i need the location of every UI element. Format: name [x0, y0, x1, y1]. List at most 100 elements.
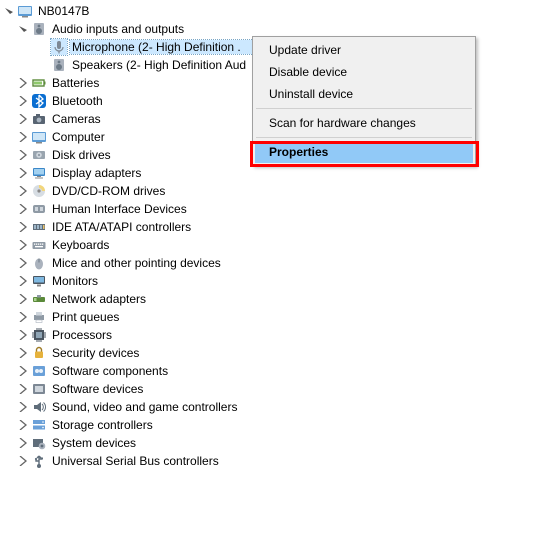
battery-icon	[31, 75, 47, 91]
monitor-icon	[31, 273, 47, 289]
tree-node-mice[interactable]: Mice and other pointing devices	[2, 254, 539, 272]
expander-icon[interactable]	[16, 218, 30, 236]
bluetooth-icon	[31, 93, 47, 109]
tree-node-display-adapters[interactable]: Display adapters	[2, 164, 539, 182]
tree-node-system-devices[interactable]: System devices	[2, 434, 539, 452]
node-label: Mice and other pointing devices	[50, 256, 223, 270]
system-icon	[31, 435, 47, 451]
node-label: Cameras	[50, 112, 103, 126]
microphone-icon	[51, 39, 67, 55]
expander-icon[interactable]	[16, 164, 30, 182]
tree-node-ide-ata[interactable]: IDE ATA/ATAPI controllers	[2, 218, 539, 236]
node-label: Disk drives	[50, 148, 113, 162]
cd-icon	[31, 183, 47, 199]
ctx-properties[interactable]: Properties	[255, 141, 473, 163]
swdev-icon	[31, 381, 47, 397]
expander-icon[interactable]	[16, 398, 30, 416]
computer-icon	[31, 129, 47, 145]
tree-node-dvd-cd-rom[interactable]: DVD/CD-ROM drives	[2, 182, 539, 200]
node-label: Processors	[50, 328, 114, 342]
node-label: Software components	[50, 364, 170, 378]
node-label: Print queues	[50, 310, 121, 324]
usb-icon	[31, 453, 47, 469]
node-label: Bluetooth	[50, 94, 105, 108]
security-icon	[31, 345, 47, 361]
disk-icon	[31, 147, 47, 163]
tree-node-usb[interactable]: Universal Serial Bus controllers	[2, 452, 539, 470]
printer-icon	[31, 309, 47, 325]
tree-node-keyboards[interactable]: Keyboards	[2, 236, 539, 254]
expander-icon[interactable]	[16, 74, 30, 92]
node-label: Security devices	[50, 346, 141, 360]
node-label: DVD/CD-ROM drives	[50, 184, 167, 198]
tree-node-software-components[interactable]: Software components	[2, 362, 539, 380]
cpu-icon	[31, 327, 47, 343]
network-icon	[31, 291, 47, 307]
node-label: Storage controllers	[50, 418, 155, 432]
menu-separator	[256, 108, 472, 109]
node-label: Display adapters	[50, 166, 143, 180]
expander-icon[interactable]	[16, 416, 30, 434]
node-label: Sound, video and game controllers	[50, 400, 239, 414]
ctx-uninstall-device[interactable]: Uninstall device	[255, 83, 473, 105]
node-label: IDE ATA/ATAPI controllers	[50, 220, 193, 234]
ide-icon	[31, 219, 47, 235]
node-label: Computer	[50, 130, 107, 144]
expander-icon[interactable]	[16, 254, 30, 272]
expander-icon[interactable]	[16, 362, 30, 380]
computer-icon	[17, 3, 33, 19]
storage-icon	[31, 417, 47, 433]
expander-icon[interactable]	[16, 344, 30, 362]
sound-icon	[31, 399, 47, 415]
tree-node-software-devices[interactable]: Software devices	[2, 380, 539, 398]
root-label: NB0147B	[36, 4, 91, 18]
expander-icon[interactable]	[16, 452, 30, 470]
speaker-icon	[51, 57, 67, 73]
hid-icon	[31, 201, 47, 217]
tree-node-sound-video-game[interactable]: Sound, video and game controllers	[2, 398, 539, 416]
node-label: Human Interface Devices	[50, 202, 189, 216]
tree-node-monitors[interactable]: Monitors	[2, 272, 539, 290]
mouse-icon	[31, 255, 47, 271]
node-label: Network adapters	[50, 292, 148, 306]
keyboard-icon	[31, 237, 47, 253]
expander-icon[interactable]	[16, 20, 30, 38]
ctx-disable-device[interactable]: Disable device	[255, 61, 473, 83]
expander-icon[interactable]	[16, 272, 30, 290]
expander-icon[interactable]	[16, 128, 30, 146]
expander-icon[interactable]	[16, 200, 30, 218]
node-label: Monitors	[50, 274, 100, 288]
tree-node-processors[interactable]: Processors	[2, 326, 539, 344]
context-menu: Update driver Disable device Uninstall d…	[252, 36, 476, 166]
swc-icon	[31, 363, 47, 379]
expander-icon[interactable]	[16, 182, 30, 200]
tree-node-network-adapters[interactable]: Network adapters	[2, 290, 539, 308]
expander-icon[interactable]	[16, 236, 30, 254]
node-label: Universal Serial Bus controllers	[50, 454, 221, 468]
leaf-label: Speakers (2- High Definition Aud	[70, 58, 248, 72]
tree-node-print-queues[interactable]: Print queues	[2, 308, 539, 326]
node-label: Batteries	[50, 76, 101, 90]
expander-icon[interactable]	[2, 2, 16, 20]
speaker-icon	[31, 21, 47, 37]
node-label: Software devices	[50, 382, 145, 396]
tree-node-hid[interactable]: Human Interface Devices	[2, 200, 539, 218]
tree-node-storage-controllers[interactable]: Storage controllers	[2, 416, 539, 434]
expander-icon[interactable]	[16, 380, 30, 398]
tree-root[interactable]: NB0147B	[2, 2, 539, 20]
expander-icon[interactable]	[16, 326, 30, 344]
node-label: System devices	[50, 436, 138, 450]
expander-icon[interactable]	[16, 290, 30, 308]
camera-icon	[31, 111, 47, 127]
ctx-update-driver[interactable]: Update driver	[255, 39, 473, 61]
expander-icon[interactable]	[16, 434, 30, 452]
ctx-scan-hardware[interactable]: Scan for hardware changes	[255, 112, 473, 134]
expander-icon[interactable]	[16, 110, 30, 128]
menu-separator	[256, 137, 472, 138]
expander-icon[interactable]	[16, 92, 30, 110]
display-icon	[31, 165, 47, 181]
expander-icon[interactable]	[16, 146, 30, 164]
node-label: Audio inputs and outputs	[50, 22, 186, 36]
tree-node-security-devices[interactable]: Security devices	[2, 344, 539, 362]
expander-icon[interactable]	[16, 308, 30, 326]
